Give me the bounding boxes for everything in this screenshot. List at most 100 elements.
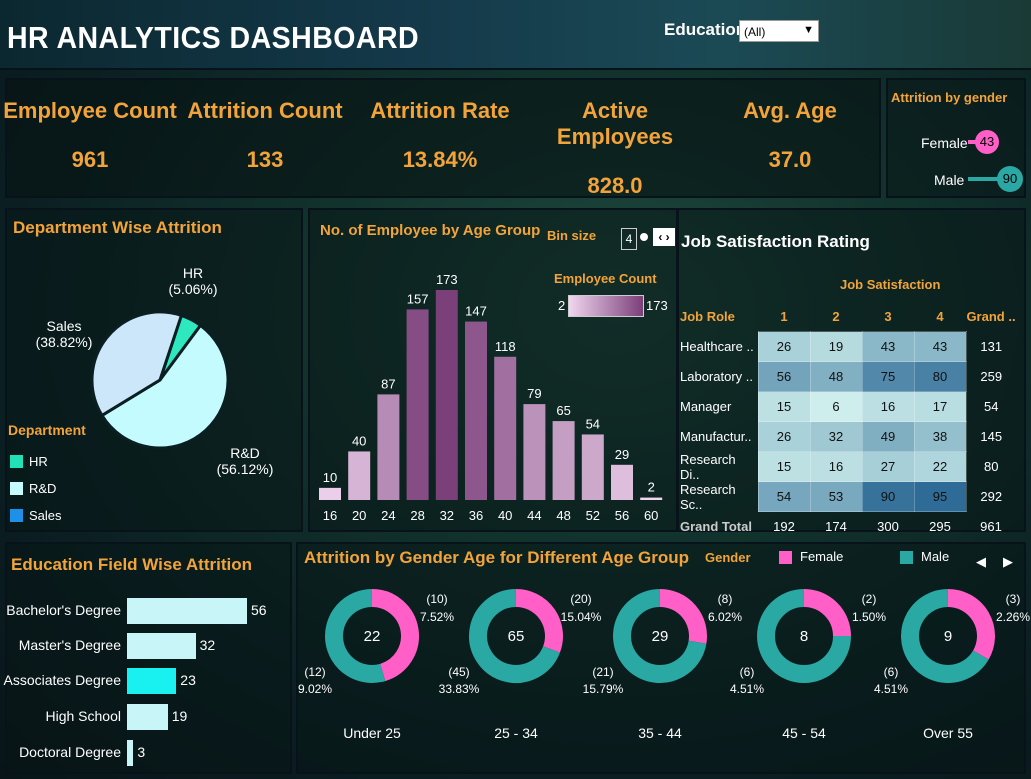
heat-cell: 16	[809, 451, 863, 482]
column-header: Job Role	[680, 309, 735, 325]
age-group-title: No. of Employee by Age Group	[320, 222, 541, 239]
grand-total-cell: 300	[877, 519, 899, 534]
scroll-left-icon[interactable]: ◀	[976, 554, 986, 570]
table-row: Research Sc.. 54 53 90 95 292	[680, 481, 1016, 512]
table-row: Laboratory .. 56 48 75 80 259	[680, 361, 1016, 392]
row-total-cell: 54	[984, 399, 999, 414]
female-pct: 1.50%	[851, 610, 887, 624]
job-satisfaction-table: Job Role 1 2 3 4 Grand .. Healthcare .. 26 19 43 4…	[680, 302, 1016, 541]
kpi-label: Avg. Age	[743, 98, 837, 123]
kpi-label: Attrition Count	[187, 98, 343, 123]
page-title: HR ANALYTICS DASHBOARD	[7, 20, 420, 55]
male-count: (6)	[739, 665, 755, 679]
bin-size-input[interactable]: 4	[621, 228, 637, 250]
heat-cell: 95	[913, 481, 967, 512]
male-legend-label: Male	[921, 549, 950, 564]
female-pct: 6.02%	[707, 610, 743, 624]
heat-cell: 38	[913, 421, 967, 452]
job-satisfaction-title: Job Satisfaction Rating	[681, 232, 870, 251]
age-bar	[435, 290, 458, 500]
pie-label-sales: Sales (38.82%)	[35, 318, 93, 350]
age-tick-label: 60	[644, 508, 658, 523]
nav-arrows-icon[interactable]: ‹ ›	[653, 228, 675, 246]
heat-cell: 17	[913, 391, 967, 422]
job-role-cell: Healthcare ..	[680, 339, 754, 354]
age-bar	[494, 356, 517, 500]
department-title: Department Wise Attrition	[13, 218, 222, 237]
age-tick-label: 56	[615, 508, 629, 523]
female-legend: Female	[779, 549, 843, 565]
age-tick-label: 16	[323, 508, 337, 523]
heat-cell: 53	[809, 481, 863, 512]
female-count: (10)	[426, 592, 448, 606]
male-pct: 4.51%	[873, 682, 909, 696]
age-bar-label: 87	[381, 376, 395, 391]
age-bar-label: 2	[648, 480, 655, 495]
age-bar-label: 65	[556, 403, 570, 418]
age-bar	[348, 451, 371, 500]
age-bar	[406, 309, 429, 500]
age-tick-label: 32	[440, 508, 454, 523]
column-header: 4	[936, 309, 944, 324]
kpi-card: Attrition Count 133	[175, 98, 355, 173]
heat-cell: 16	[861, 391, 915, 422]
age-group-label: 45 - 54	[782, 725, 826, 741]
legend-item: R&D	[10, 475, 62, 502]
female-count: (2)	[861, 592, 877, 606]
grand-total-cell: 174	[825, 519, 847, 534]
education-bar-value: 56	[251, 602, 267, 618]
age-tick-label: 24	[381, 508, 395, 523]
heat-cell: 90	[861, 481, 915, 512]
female-pct: 2.26%	[995, 610, 1031, 624]
department-legend-title: Department	[8, 422, 86, 438]
age-bar	[640, 497, 663, 500]
scroll-right-icon[interactable]: ▶	[1003, 554, 1013, 570]
heat-cell: 54	[757, 481, 811, 512]
legend-item: HR	[10, 448, 62, 475]
heat-cell: 26	[757, 421, 811, 452]
education-field-label: Master's Degree	[18, 637, 121, 653]
legend-swatch	[10, 455, 23, 468]
legend-swatch	[10, 482, 23, 495]
age-group-bar-chart: 10 16 40 20 87 24 157 28 173 32 147 36 118 40 79 44 65 48…	[319, 272, 663, 523]
chevron-down-icon: ▼	[803, 24, 814, 36]
job-role-cell: Research Di..	[680, 451, 736, 482]
kpi-value: 133	[246, 147, 284, 172]
kpi-value: 961	[71, 147, 109, 172]
education-field-label: High School	[45, 708, 122, 724]
education-bar-value: 32	[199, 637, 216, 653]
age-bar-label: 147	[465, 304, 487, 319]
education-filter-select[interactable]: (All) ▼	[739, 20, 819, 42]
education-bar	[127, 740, 134, 766]
male-bubble: 90	[997, 166, 1023, 192]
age-bar	[552, 421, 575, 500]
education-bar	[127, 668, 177, 694]
pie-label-hr: HR (5.06%)	[168, 265, 218, 297]
age-bar-label: 118	[495, 339, 516, 354]
department-pie-chart	[90, 310, 230, 450]
heat-cell: 15	[757, 451, 811, 482]
age-bar	[465, 321, 487, 500]
female-label: Female	[921, 135, 968, 151]
table-row: Manufactur.. 26 32 49 38 145	[680, 421, 1016, 452]
male-label: Male	[934, 172, 965, 188]
column-header: 3	[884, 309, 892, 324]
female-arc	[947, 589, 995, 660]
male-pct: 9.02%	[297, 682, 333, 696]
kpi-label: Employee Count	[3, 98, 177, 123]
female-count: (20)	[570, 592, 592, 606]
heat-cell: 43	[913, 331, 967, 362]
kpi-card: Employee Count 961	[0, 98, 180, 173]
heat-cell: 26	[757, 331, 811, 362]
education-field-label: Doctoral Degree	[19, 744, 121, 760]
grand-total-cell: 192	[773, 519, 795, 534]
gender-age-title: Attrition by Gender Age for Different Ag…	[304, 548, 690, 567]
heat-cell: 49	[861, 421, 915, 452]
kpi-card: Attrition Rate 13.84%	[350, 98, 530, 173]
bin-size-slider-knob[interactable]	[640, 233, 648, 241]
heat-cell: 43	[861, 331, 915, 362]
gender-attrition-title: Attrition by gender	[891, 90, 1008, 105]
age-group-label: 25 - 34	[494, 725, 538, 741]
female-swatch	[779, 551, 792, 565]
heat-cell: 22	[913, 451, 967, 482]
